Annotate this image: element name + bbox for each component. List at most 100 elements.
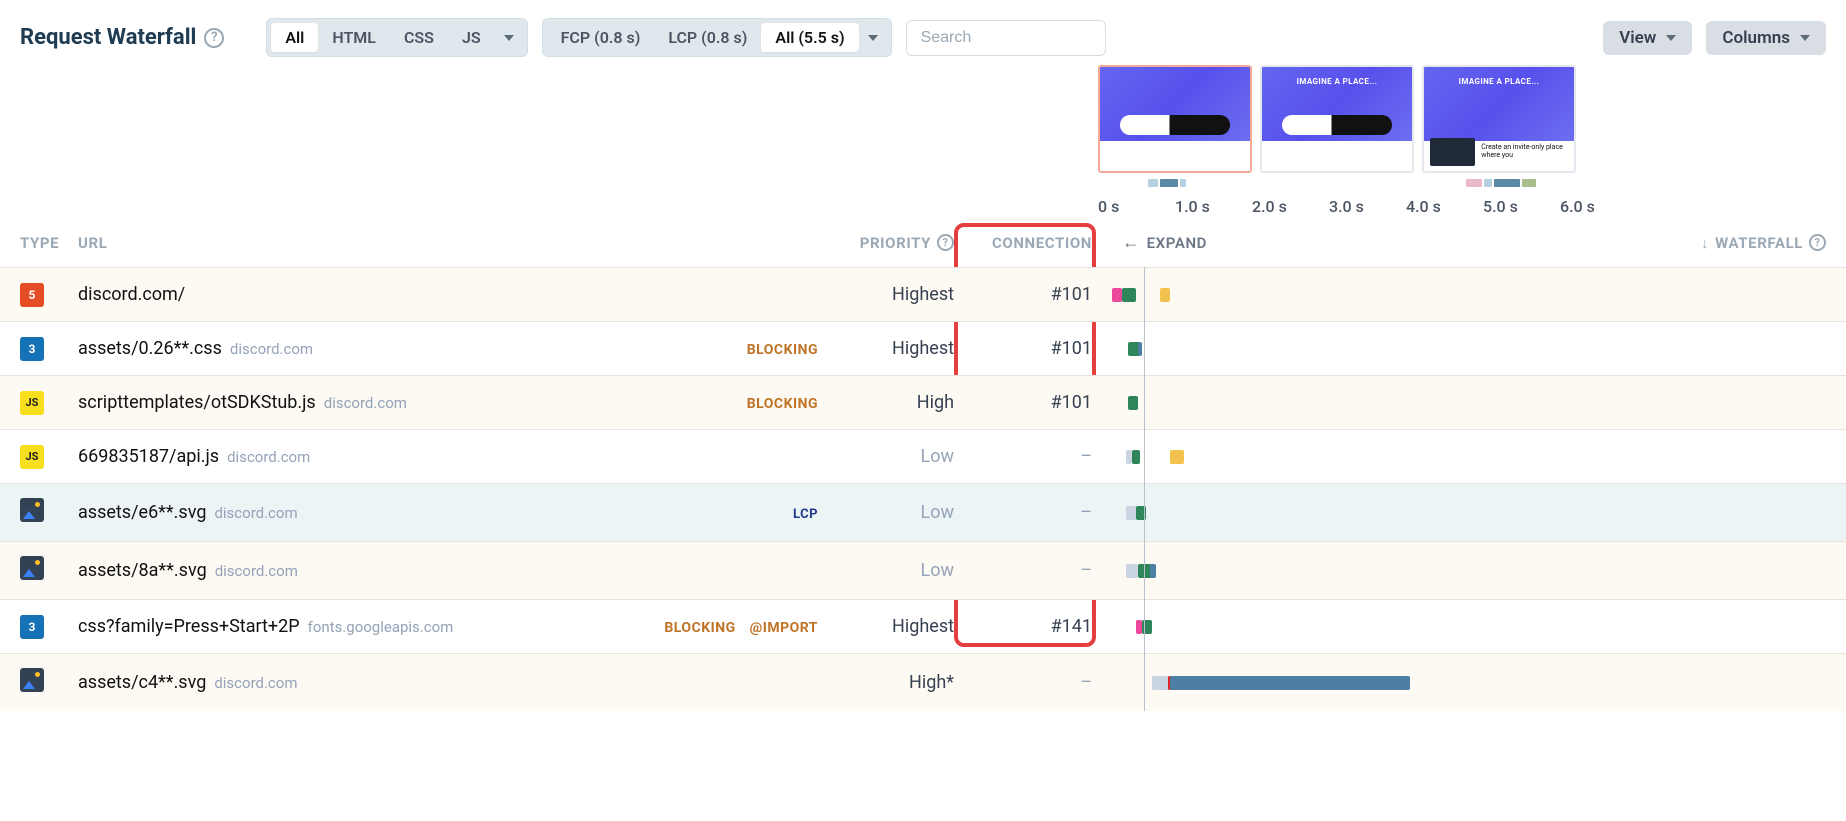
chevron-down-icon — [504, 35, 514, 41]
timing-bar — [1126, 506, 1136, 520]
type-filter-js[interactable]: JS — [448, 23, 495, 52]
col-header-connection[interactable]: CONNECTION — [954, 234, 1112, 252]
filmstrip-thumb[interactable] — [1098, 65, 1252, 173]
timing-bar — [1132, 450, 1140, 464]
waterfall-cell — [1112, 286, 1826, 304]
request-priority: Highest — [892, 338, 954, 359]
request-url: assets/c4**.svg — [78, 672, 206, 693]
request-connection: – — [1080, 446, 1092, 467]
table-row[interactable]: 3 assets/0.26**.css discord.com BLOCKING Hig… — [0, 321, 1846, 375]
help-icon[interactable]: ? — [1809, 234, 1826, 251]
table-row[interactable]: 3css?family=Press+Start+2Pfonts.googleap… — [0, 599, 1846, 653]
request-priority: Low — [921, 446, 955, 467]
ruler-tick: 1.0 s — [1175, 197, 1252, 216]
timing-fcp[interactable]: FCP (0.8 s) — [547, 23, 655, 52]
table-row[interactable]: assets/e6**.svgdiscord.comLCPLow– — [0, 483, 1846, 541]
timing-all[interactable]: All (5.5 s) — [761, 23, 858, 52]
arrow-down-icon — [1701, 234, 1709, 252]
thumb-title: IMAGINE A PLACE... — [1424, 77, 1574, 86]
filmstrip-thumb[interactable]: IMAGINE A PLACE... Create an invite-only… — [1422, 65, 1576, 173]
img-icon — [20, 556, 44, 580]
waterfall-cell — [1112, 504, 1826, 522]
waterfall-cell — [1112, 394, 1826, 412]
type-filter-more[interactable] — [495, 35, 523, 41]
col-header-waterfall[interactable]: WATERFALL ? — [1701, 234, 1826, 252]
request-host: discord.com — [324, 394, 407, 412]
js-icon: JS — [20, 391, 44, 415]
chevron-down-icon — [868, 35, 878, 41]
request-connection: – — [1080, 672, 1092, 693]
time-ruler: 0 s 1.0 s 2.0 s 3.0 s 4.0 s 5.0 s 6.0 s — [1098, 197, 1826, 216]
filmstrip-minibar — [1098, 179, 1826, 189]
request-connection: #101 — [1051, 392, 1092, 413]
type-filter[interactable]: All HTML CSS JS — [266, 18, 527, 57]
timing-bar — [1122, 288, 1136, 302]
request-priority: High — [917, 392, 954, 413]
request-host: fonts.googleapis.com — [308, 618, 454, 636]
topbar: Request Waterfall ? All HTML CSS JS FCP … — [0, 0, 1846, 65]
arrow-left-icon: ← — [1122, 232, 1141, 253]
request-url: assets/0.26**.css — [78, 338, 222, 359]
col-header-type[interactable]: TYPE — [20, 234, 78, 252]
timing-lcp[interactable]: LCP (0.8 s) — [654, 23, 761, 52]
waterfall-table: TYPE URL PRIORITY ? CONNECTION ← EXPAND … — [0, 216, 1846, 711]
table-row[interactable]: assets/c4**.svgdiscord.comHigh*– — [0, 653, 1846, 711]
request-connection: #101 — [1051, 284, 1092, 305]
request-host: discord.com — [215, 562, 298, 580]
ruler-tick: 5.0 s — [1483, 197, 1560, 216]
columns-button[interactable]: Columns — [1706, 21, 1826, 55]
request-url: assets/e6**.svg — [78, 502, 206, 523]
request-tag: BLOCKING — [664, 620, 735, 636]
timing-bar — [1170, 450, 1184, 464]
css-icon: 3 — [20, 615, 44, 639]
timing-bar — [1138, 342, 1142, 356]
filmstrip: IMAGINE A PLACE... IMAGINE A PLACE... Cr… — [1098, 65, 1826, 173]
request-tag: BLOCKING — [747, 342, 818, 358]
request-host: discord.com — [230, 340, 313, 358]
timing-filter[interactable]: FCP (0.8 s) LCP (0.8 s) All (5.5 s) — [542, 18, 892, 57]
ruler-tick: 3.0 s — [1329, 197, 1406, 216]
help-icon[interactable]: ? — [937, 234, 954, 251]
img-icon — [20, 498, 44, 522]
timing-bar — [1128, 396, 1138, 410]
filmstrip-thumb[interactable]: IMAGINE A PLACE... — [1260, 65, 1414, 173]
waterfall-cell — [1112, 448, 1826, 466]
request-tag: LCP — [793, 507, 818, 522]
col-header-url[interactable]: URL — [78, 234, 618, 252]
timing-bar — [1150, 564, 1156, 578]
chevron-down-icon — [1800, 35, 1810, 41]
type-filter-html[interactable]: HTML — [318, 23, 390, 52]
priority-label: PRIORITY — [860, 234, 931, 252]
request-host: discord.com — [227, 448, 310, 466]
request-connection: – — [1080, 560, 1092, 581]
css-icon: 3 — [20, 337, 44, 361]
request-priority: Highest — [892, 284, 954, 305]
request-url: scripttemplates/otSDKStub.js — [78, 392, 316, 413]
table-row[interactable]: 5discord.com/Highest#101 — [0, 267, 1846, 321]
request-priority: Low — [921, 560, 955, 581]
ruler-tick: 6.0 s — [1560, 197, 1637, 216]
table-row[interactable]: JS scripttemplates/otSDKStub.js discord.co… — [0, 375, 1846, 429]
help-icon[interactable]: ? — [204, 28, 224, 48]
img-icon — [20, 668, 44, 692]
search-input[interactable] — [906, 20, 1106, 56]
ruler-tick: 0 s — [1098, 197, 1175, 216]
ruler-tick: 2.0 s — [1252, 197, 1329, 216]
waterfall-cell — [1112, 618, 1826, 636]
request-host: discord.com — [214, 504, 297, 522]
columns-label: Columns — [1722, 28, 1790, 48]
ruler-tick: 4.0 s — [1406, 197, 1483, 216]
timing-filter-more[interactable] — [859, 35, 887, 41]
html-icon: 5 — [20, 283, 44, 307]
chevron-down-icon — [1666, 35, 1676, 41]
type-filter-all[interactable]: All — [271, 23, 318, 52]
view-label: View — [1619, 28, 1656, 48]
table-row[interactable]: JS669835187/api.jsdiscord.comLow– — [0, 429, 1846, 483]
view-button[interactable]: View — [1603, 21, 1692, 55]
type-filter-css[interactable]: CSS — [390, 23, 448, 52]
request-tag: @IMPORT — [750, 620, 818, 636]
table-row[interactable]: assets/8a**.svgdiscord.comLow– — [0, 541, 1846, 599]
request-connection: – — [1080, 502, 1092, 523]
col-header-priority[interactable]: PRIORITY ? — [818, 234, 954, 252]
expand-button[interactable]: ← EXPAND — [1122, 232, 1207, 253]
